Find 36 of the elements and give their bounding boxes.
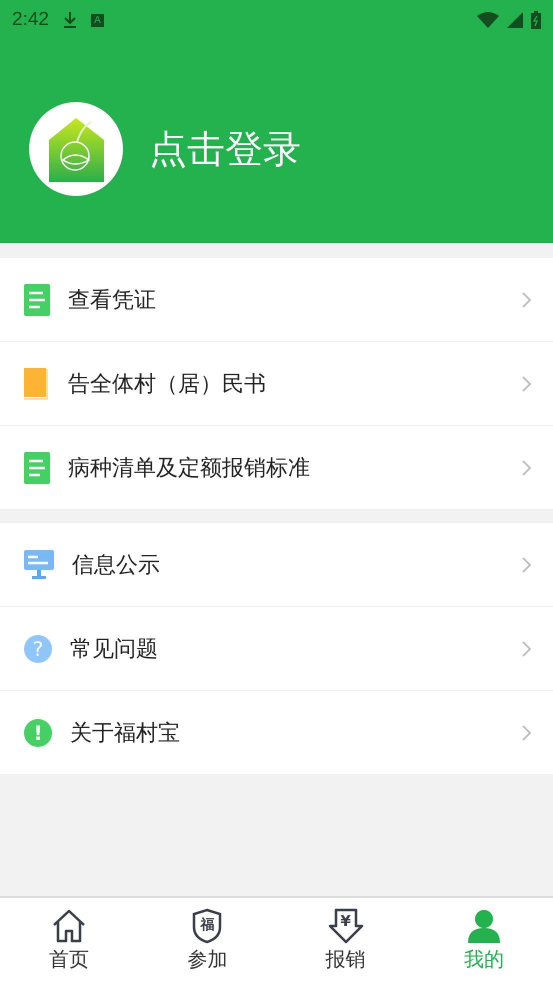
menu-item[interactable]: 告全体村（居）民书 — [0, 342, 553, 426]
battery-icon — [531, 11, 541, 29]
chevron-icon — [522, 556, 531, 572]
menu-label: 关于福村宝 — [70, 720, 181, 748]
chevron-icon — [522, 460, 531, 476]
chevron-icon — [522, 292, 531, 308]
chevron-icon — [522, 724, 531, 740]
help-icon: ? — [24, 634, 52, 662]
menu-label: 告全体村（居）民书 — [68, 370, 267, 398]
menu-item[interactable]: 查看凭证 — [0, 258, 553, 342]
document-icon — [24, 452, 50, 484]
chevron-icon — [522, 640, 531, 656]
info-icon: ! — [24, 718, 52, 746]
book-icon — [24, 368, 50, 400]
monitor-icon — [24, 550, 54, 580]
menu-label: 查看凭证 — [68, 286, 157, 314]
menu-item[interactable]: ! 关于福村宝 — [0, 691, 553, 774]
status-time: 2:42 — [12, 9, 49, 31]
menu-item[interactable]: ? 常见问题 — [0, 607, 553, 691]
signal-icon — [507, 12, 523, 28]
tab-bar-item[interactable]: 福 参加 — [138, 898, 276, 983]
tab-bar-item[interactable]: 首页 — [0, 898, 138, 983]
reimburse-icon: ¥ — [328, 908, 364, 944]
document-icon — [24, 284, 50, 316]
notification-icon: A — [90, 14, 104, 26]
wifi-icon — [477, 12, 499, 28]
menu-label: 常见问题 — [70, 636, 159, 664]
chevron-icon — [522, 376, 531, 392]
tab-bar-item[interactable]: ¥ 报销 — [276, 898, 415, 983]
menu-label: 信息公示 — [72, 552, 161, 580]
menu-item[interactable]: 信息公示 — [0, 523, 553, 607]
menu-item[interactable]: 病种清单及定额报销标准 — [0, 426, 553, 509]
menu-label: 病种清单及定额报销标准 — [68, 454, 311, 482]
download-icon — [62, 11, 77, 29]
home-icon — [51, 908, 88, 944]
person-icon — [466, 908, 502, 944]
